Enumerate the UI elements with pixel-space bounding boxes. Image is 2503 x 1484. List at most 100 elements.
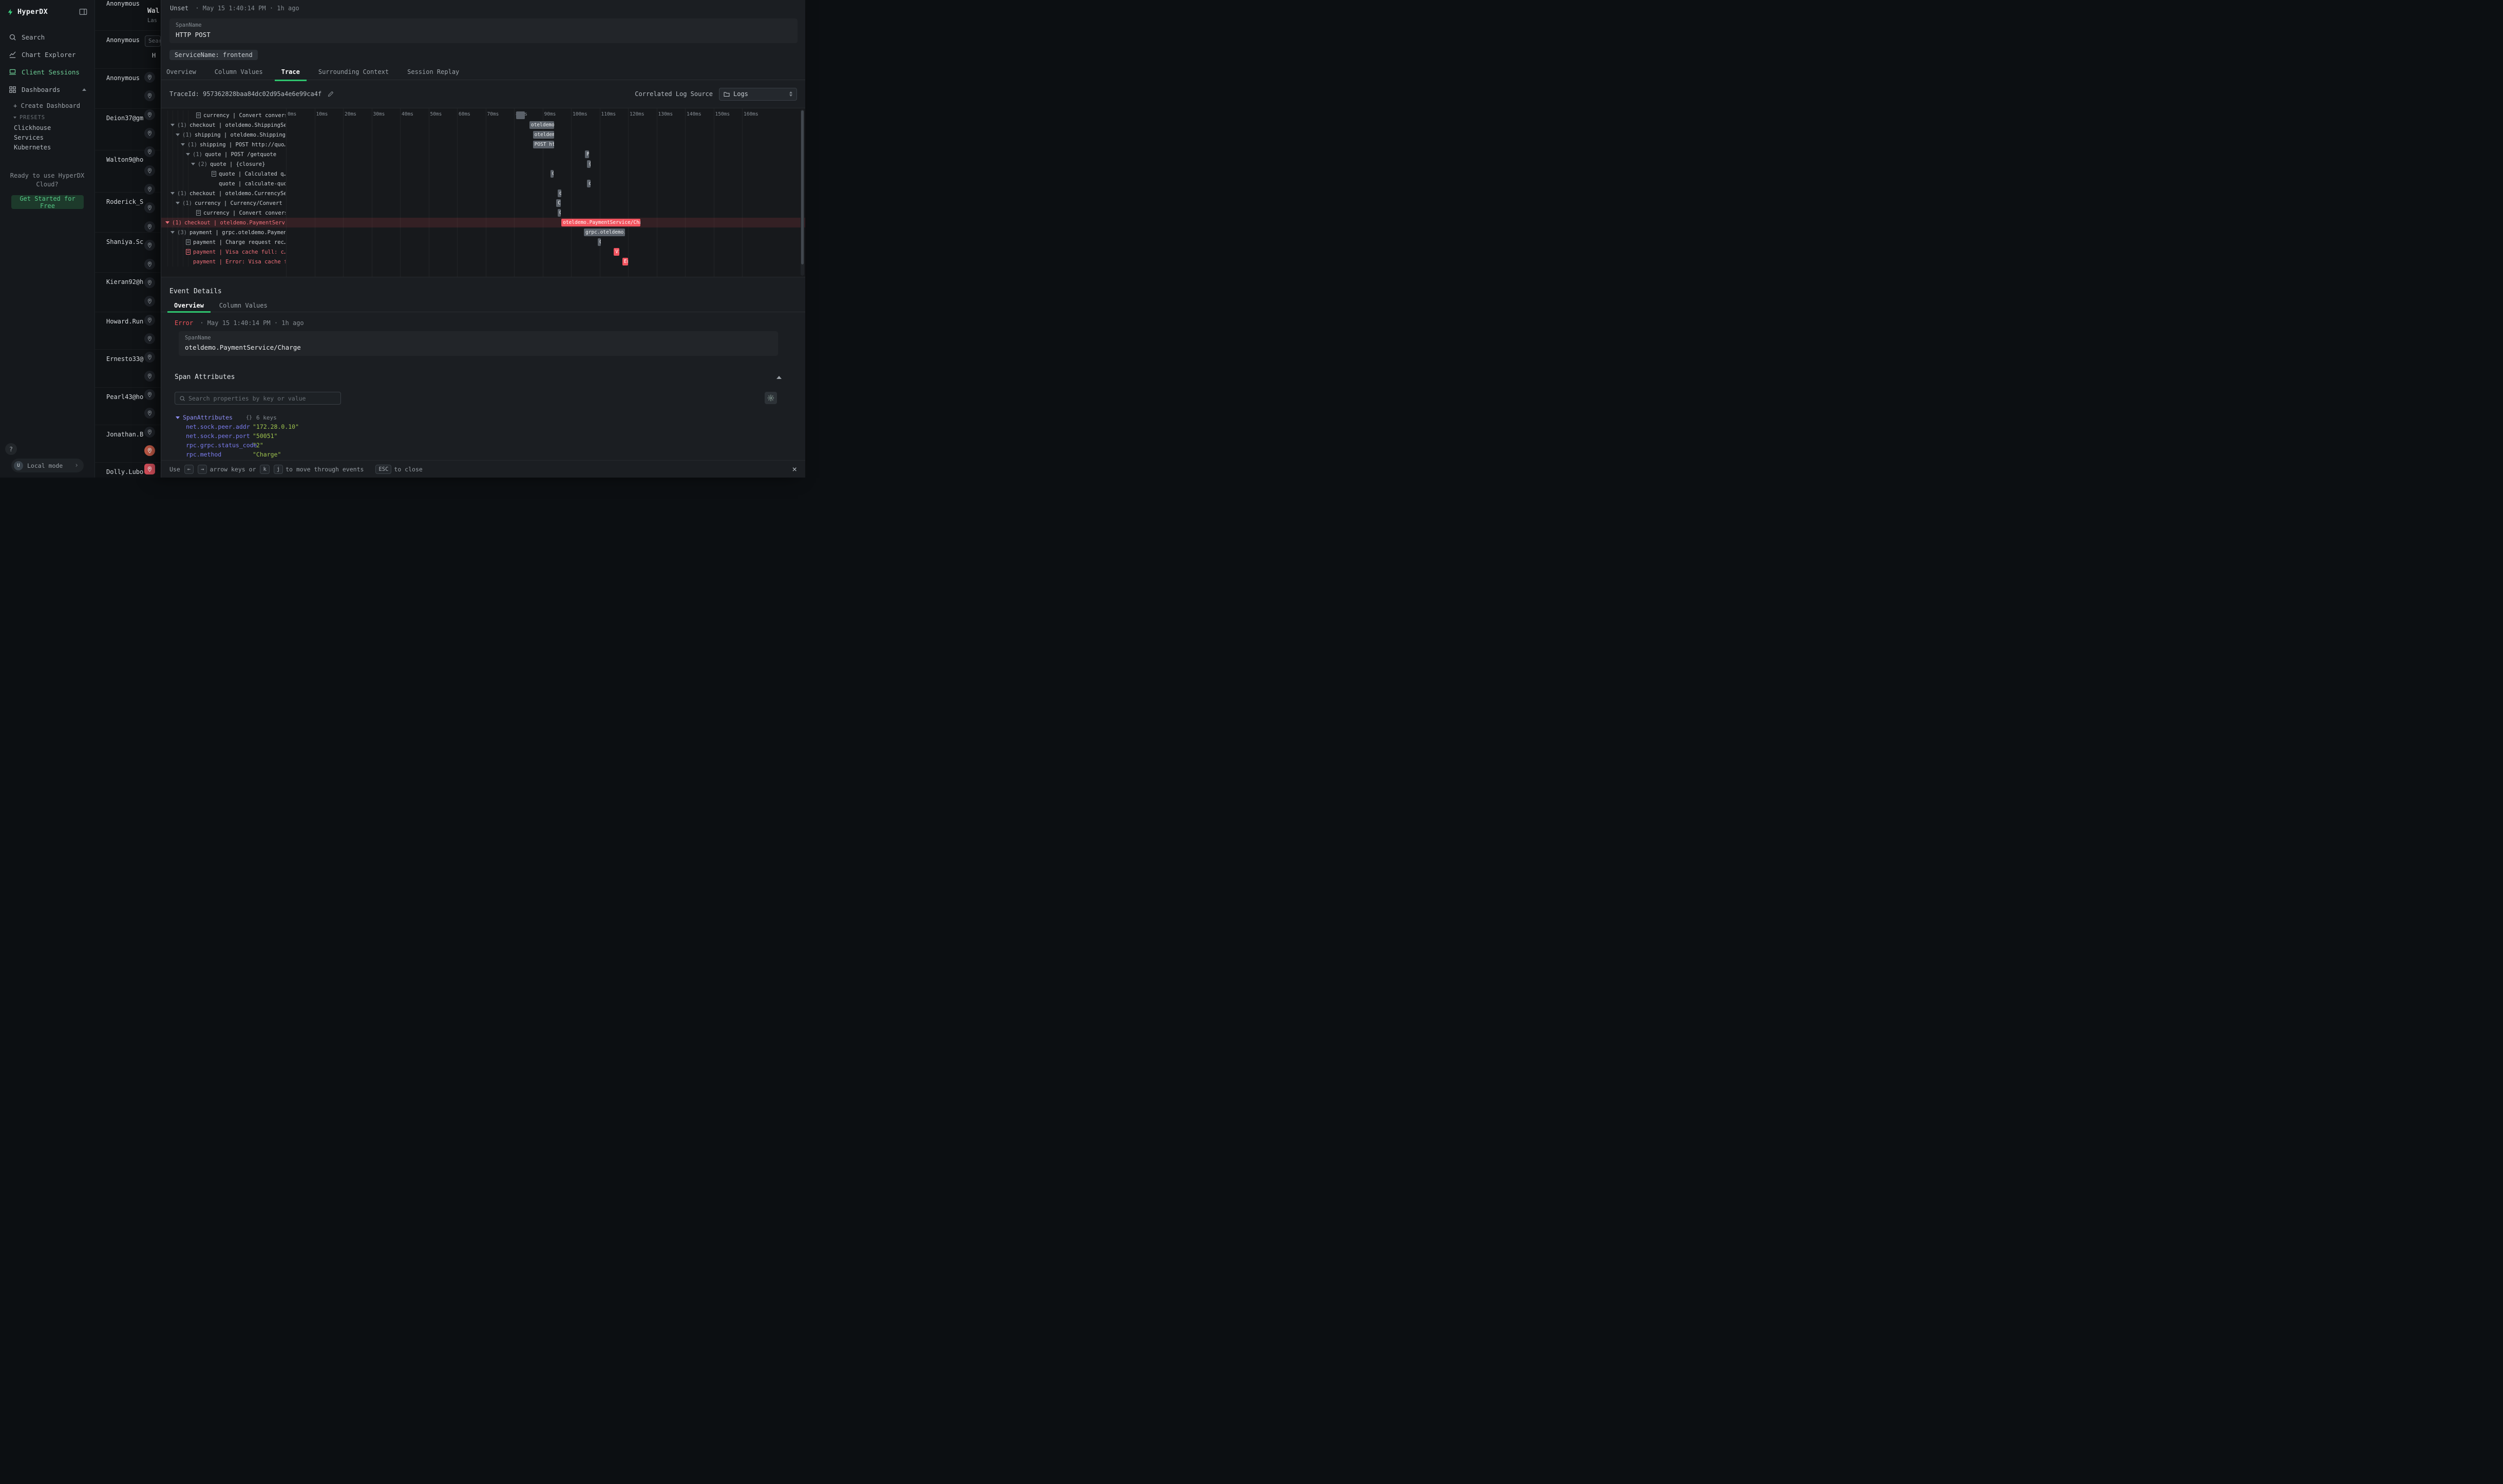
location-pin-icon[interactable] [144,352,155,363]
preset-services[interactable]: Services [0,132,94,142]
trace-span-row[interactable]: (3)payment | grpc.oteldemo.Paymen… [161,227,286,237]
waterfall-scrollbar[interactable] [801,109,804,276]
local-mode-toggle[interactable]: U Local mode › [11,459,84,472]
get-started-button[interactable]: Get Started for Free [11,195,84,209]
span-duration-bar[interactable]: oteldemo.PaymentService/Char [561,219,640,226]
trace-span-row[interactable]: (1)checkout | oteldemo.CurrencySe… [161,188,286,198]
service-name-chip[interactable]: ServiceName: frontend [169,50,258,60]
session-list-item[interactable]: Dolly.Lubo [106,468,143,475]
trace-span-row[interactable]: (1)quote | POST /getquote [161,149,286,159]
tab-overview[interactable]: Overview [166,66,196,80]
location-pin-icon[interactable] [144,202,155,213]
span-duration-bar[interactable]: {closure} [587,160,591,168]
location-pin-icon[interactable] [144,427,155,437]
trace-span-row[interactable]: currency | Convert convers… [161,110,286,120]
location-pin-icon[interactable] [144,128,155,139]
location-pin-icon[interactable] [144,277,155,288]
trace-span-row[interactable]: (1)shipping | oteldemo.Shipping… [161,130,286,140]
span-duration-bar[interactable]: Error: Visa [622,258,628,265]
session-list-item[interactable]: Jonathan.B [106,431,143,438]
attributes-search-input[interactable] [188,395,336,402]
create-dashboard-button[interactable]: + Create Dashboard [0,98,94,111]
session-list-item[interactable]: Anonymous [106,0,140,7]
location-pin-icon[interactable] [144,165,155,176]
location-pin-icon[interactable] [144,184,155,195]
trace-span-row[interactable]: (2)quote | {closure} [161,159,286,169]
help-button[interactable]: ? [5,443,17,455]
event-tab-column-values[interactable]: Column Values [219,300,268,312]
attribute-row[interactable]: rpc.grpc.status_code"2" [176,441,774,450]
trace-span-row[interactable]: currency | Convert convers… [161,208,286,218]
sidebar-item-search[interactable]: Search [0,28,94,46]
span-duration-bar[interactable]: oteldemo.Currency [558,189,561,197]
span-duration-bar[interactable]: Calculated [551,170,554,178]
search-input-fragment[interactable]: Sear [145,35,161,47]
trace-span-row[interactable]: payment | Charge request rec… [161,237,286,247]
event-tab-overview[interactable]: Overview [174,300,204,312]
location-pin-icon[interactable] [144,464,155,474]
span-duration-bar[interactable]: POST /getquote [585,150,589,158]
location-pin-icon[interactable] [144,408,155,418]
session-list-item[interactable]: Kieran92@h [106,278,143,286]
tab-column-values[interactable]: Column Values [215,66,263,80]
span-duration-bar[interactable]: POST http://quo [533,141,554,148]
trace-span-row[interactable]: payment | Visa cache full: c… [161,247,286,257]
trace-span-row[interactable]: quote | calculate-quote [161,179,286,188]
session-list-item[interactable]: Deion37@gm [106,115,143,122]
span-duration-bar[interactable] [516,111,525,119]
trace-span-row[interactable]: (1)currency | Currency/Convert [161,198,286,208]
preset-clickhouse[interactable]: Clickhouse [0,123,94,132]
sidebar-item-chart-explorer[interactable]: Chart Explorer [0,46,94,63]
session-list-item[interactable]: Anonymous [106,36,140,44]
span-duration-bar[interactable]: Currency/Convert [556,199,561,207]
location-pin-icon[interactable] [144,315,155,326]
trace-span-row[interactable]: payment | Error: Visa cache ful… [161,257,286,267]
location-pin-icon[interactable] [144,72,155,83]
span-duration-bar[interactable]: Convert [558,209,561,217]
attribute-root-row[interactable]: SpanAttributes{}6 keys [176,413,774,422]
session-list-item[interactable]: Shaniya.Sc [106,238,143,245]
close-icon[interactable]: × [792,464,797,474]
location-pin-icon[interactable] [144,146,155,157]
span-duration-bar[interactable]: oteldemo.Shipping [533,131,554,139]
location-pin-icon[interactable] [144,371,155,382]
sidebar-item-client-sessions[interactable]: Client Sessions [0,63,94,81]
session-list-item[interactable]: Ernesto33@ [106,355,143,363]
session-list-item[interactable]: Howard.Run [106,318,143,325]
tab-surrounding-context[interactable]: Surrounding Context [318,66,389,80]
collapse-chevron-up-icon[interactable] [776,376,782,379]
attribute-row[interactable]: net.sock.peer.port"50051" [176,431,774,441]
tab-trace[interactable]: Trace [281,66,300,80]
span-duration-bar[interactable]: calculate-quote [587,180,591,187]
collapse-sidebar-icon[interactable] [79,8,87,15]
span-duration-bar[interactable]: oteldemo.ShippingService [529,121,554,129]
trace-span-row[interactable]: (1)checkout | oteldemo.PaymentServi… [161,218,286,227]
tab-session-replay[interactable]: Session Replay [407,66,459,80]
log-source-select[interactable]: Logs [719,88,797,101]
edit-pencil-icon[interactable] [328,91,334,97]
span-duration-bar[interactable]: grpc.oteldemo. [584,229,625,236]
location-pin-icon[interactable] [144,109,155,120]
session-list-item[interactable]: Walton9@ho [106,156,143,163]
span-duration-bar[interactable]: Charge request [598,238,601,246]
trace-span-row[interactable]: (1)shipping | POST http://quo… [161,140,286,149]
preset-kubernetes[interactable]: Kubernetes [0,142,94,152]
trace-span-row[interactable]: (1)checkout | oteldemo.ShippingSe… [161,120,286,130]
sidebar-item-dashboards[interactable]: Dashboards [0,81,94,98]
location-pin-icon[interactable] [144,221,155,232]
session-list-item[interactable]: Roderick_S [106,198,143,205]
location-pin-icon[interactable] [144,333,155,344]
session-list-item[interactable]: Anonymous [106,74,140,82]
location-pin-icon[interactable] [144,259,155,270]
trace-span-row[interactable]: quote | Calculated q… [161,169,286,179]
location-pin-icon[interactable] [144,445,155,456]
attributes-settings-button[interactable] [765,392,777,404]
location-pin-icon[interactable] [144,389,155,400]
location-pin-icon[interactable] [144,90,155,101]
session-list-item[interactable]: Pearl43@ho [106,393,143,401]
span-duration-bar[interactable]: Visa cache [614,248,619,256]
attribute-row[interactable]: rpc.method"Charge" [176,450,774,459]
location-pin-icon[interactable] [144,240,155,251]
attribute-row[interactable]: net.sock.peer.addr"172.28.0.10" [176,422,774,431]
location-pin-icon[interactable] [144,296,155,307]
